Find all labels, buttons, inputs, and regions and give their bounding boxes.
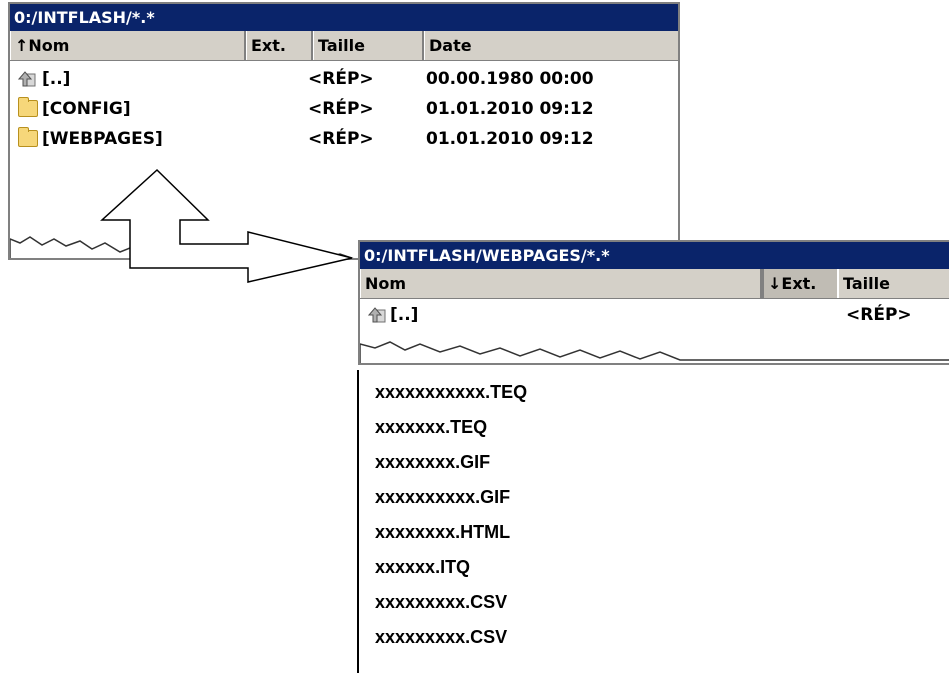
file-size: <RÉP> (846, 305, 912, 325)
list-item: xxxxxxxxxx.GIF (375, 487, 511, 507)
list-item: xxxxxxxx.HTML (375, 522, 511, 542)
list-item: xxxxxxx.TEQ (375, 417, 488, 437)
list-item: xxxxxxxxxxx.TEQ (375, 382, 528, 402)
column-header-size[interactable]: Taille (838, 269, 949, 298)
column-header-ext-sorted[interactable]: ↓Ext. (762, 269, 838, 298)
panel-path-title: 0:/INTFLASH/WEBPAGES/*.* (360, 242, 949, 269)
list-item[interactable]: [..] <RÉP> (360, 300, 949, 330)
column-header-name[interactable]: Nom (360, 269, 762, 298)
list-item: xxxxxx.ITQ (375, 557, 471, 577)
torn-edge-decoration (360, 341, 949, 363)
list-item: xxxxxxxxx.CSV (375, 592, 508, 612)
callout-line (357, 370, 359, 673)
up-folder-icon (368, 307, 386, 323)
file-name: [..] (390, 305, 419, 325)
list-item: xxxxxxxx.GIF (375, 452, 491, 472)
list-item: xxxxxxxxx.CSV (375, 627, 508, 647)
column-header-row: Nom ↓Ext. Taille (360, 269, 949, 299)
file-panel-webpages: 0:/INTFLASH/WEBPAGES/*.* Nom ↓Ext. Taill… (358, 240, 949, 365)
